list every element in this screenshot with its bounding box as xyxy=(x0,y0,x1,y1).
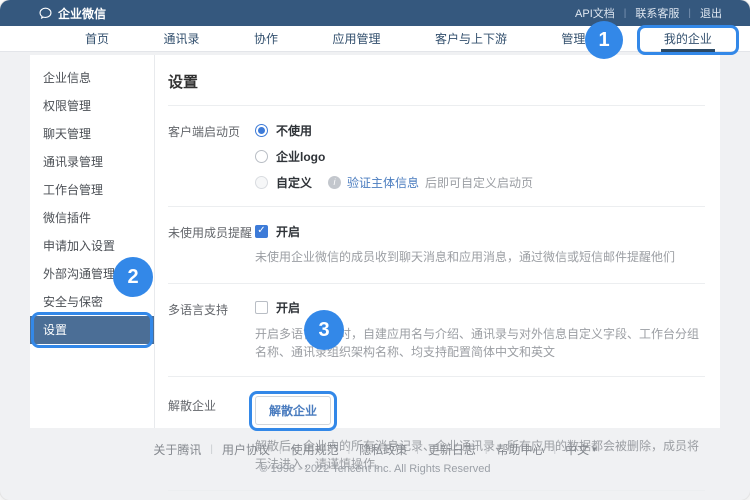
unused-reminder-description: 未使用企业微信的成员收到聊天消息和应用消息，通过微信或短信邮件提醒他们 xyxy=(255,248,705,267)
option-label: 自定义 xyxy=(276,174,312,191)
row-body: 不使用 企业logo 自定义 i 验证主体信息 后即可自定义启动页 xyxy=(255,122,705,200)
annotation-badge-1: 1 xyxy=(585,21,623,59)
main-nav: 首页 通讯录 协作 应用管理 客户与上下游 管理工具 我的企业 xyxy=(0,26,750,52)
footer-link-usage-rules[interactable]: 使用规范 xyxy=(291,441,339,458)
radio-company-logo[interactable] xyxy=(255,150,268,163)
separator: | xyxy=(485,444,488,455)
sidebar-item-wechat-plugin[interactable]: 微信插件 xyxy=(30,204,154,232)
note-suffix: 后即可自定义启动页 xyxy=(425,174,533,191)
page-footer: 关于腾讯 | 用户协议 | 使用规范 | 隐私政策 | 更新日志 | 帮助中心 … xyxy=(0,441,750,475)
nav-tab-customers[interactable]: 客户与上下游 xyxy=(435,30,507,47)
verify-identity-link[interactable]: 验证主体信息 xyxy=(347,174,419,191)
topbar-link-contact-support[interactable]: 联系客服 xyxy=(635,5,679,21)
separator: | xyxy=(688,8,691,19)
footer-link-user-agreement[interactable]: 用户协议 xyxy=(222,441,270,458)
chat-bubble-icon xyxy=(38,6,53,21)
sidebar-item-contacts-management[interactable]: 通讯录管理 xyxy=(30,148,154,176)
save-area: 保存更改 xyxy=(168,490,705,500)
radio-no-launch-page[interactable] xyxy=(255,124,268,137)
footer-links: 关于腾讯 | 用户协议 | 使用规范 | 隐私政策 | 更新日志 | 帮助中心 … xyxy=(0,441,750,458)
nav-tab-apps[interactable]: 应用管理 xyxy=(332,30,380,47)
option-company-logo: 企业logo xyxy=(255,148,705,164)
sidebar-item-join-settings[interactable]: 申请加入设置 xyxy=(30,232,154,260)
logo-text: 企业微信 xyxy=(58,5,106,22)
option-label: 企业logo xyxy=(276,148,325,165)
wecom-logo[interactable]: 企业微信 xyxy=(38,5,106,22)
language-label: 中文 xyxy=(565,441,589,458)
separator: | xyxy=(348,444,351,455)
footer-link-about-tencent[interactable]: 关于腾讯 xyxy=(153,441,201,458)
dissolve-button-label: 解散企业 xyxy=(269,404,317,418)
nav-tab-my-company-label: 我的企业 xyxy=(664,32,712,46)
page-title: 设置 xyxy=(168,69,705,105)
row-label: 客户端启动页 xyxy=(168,122,255,200)
settings-content: 设置 客户端启动页 不使用 企业logo 自定义 xyxy=(155,55,720,428)
sidebar-item-permissions[interactable]: 权限管理 xyxy=(30,92,154,120)
row-label: 多语言支持 xyxy=(168,300,255,362)
sidebar-item-settings-label: 设置 xyxy=(43,323,67,337)
sidebar-item-chat-management[interactable]: 聊天管理 xyxy=(30,120,154,148)
annotation-badge-2: 2 xyxy=(113,257,153,297)
wecom-admin-window: 企业微信 API文档 | 联系客服 | 退出 首页 通讯录 协作 应用管理 客户… xyxy=(0,0,750,500)
nav-tab-my-company[interactable]: 我的企业 xyxy=(664,30,712,47)
language-selector[interactable]: 中文 ▾ xyxy=(565,441,597,458)
separator: | xyxy=(210,444,213,455)
nav-tab-contacts[interactable]: 通讯录 xyxy=(163,30,199,47)
sidebar-item-settings[interactable]: 设置 xyxy=(30,316,154,344)
topbar-link-logout[interactable]: 退出 xyxy=(700,5,722,21)
footer-link-help-center[interactable]: 帮助中心 xyxy=(496,441,544,458)
settings-sidebar: 企业信息 权限管理 聊天管理 通讯录管理 工作台管理 微信插件 申请加入设置 外… xyxy=(30,55,155,428)
footer-link-privacy-policy[interactable]: 隐私政策 xyxy=(359,441,407,458)
multilang-checkbox[interactable] xyxy=(255,301,268,314)
annotation-badge-3: 3 xyxy=(304,310,344,350)
checkbox-label: 开启 xyxy=(276,223,300,240)
row-unused-member-reminder: 未使用成员提醒 ✓ 开启 未使用企业微信的成员收到聊天消息和应用消息，通过微信或… xyxy=(168,206,705,283)
check-icon: ✓ xyxy=(257,226,265,236)
row-multilang-support: 多语言支持 开启 开启多语言支持时，自建应用名与介绍、通讯录与对外信息自定义字段… xyxy=(168,283,705,376)
row-client-launch-page: 客户端启动页 不使用 企业logo 自定义 i xyxy=(168,105,705,206)
info-icon: i xyxy=(328,176,341,189)
separator: | xyxy=(624,8,627,19)
sidebar-item-company-info[interactable]: 企业信息 xyxy=(30,64,154,92)
sidebar-item-workbench[interactable]: 工作台管理 xyxy=(30,176,154,204)
option-label: 不使用 xyxy=(276,122,312,139)
checkbox-label: 开启 xyxy=(276,299,300,316)
topbar-links: API文档 | 联系客服 | 退出 xyxy=(575,5,722,21)
nav-tab-collaboration[interactable]: 协作 xyxy=(254,30,278,47)
separator: | xyxy=(416,444,419,455)
nav-tab-home[interactable]: 首页 xyxy=(85,30,109,47)
separator: | xyxy=(553,444,556,455)
row-body: ✓ 开启 未使用企业微信的成员收到聊天消息和应用消息，通过微信或短信邮件提醒他们 xyxy=(255,223,705,267)
radio-custom[interactable] xyxy=(255,176,268,189)
topbar-link-api-docs[interactable]: API文档 xyxy=(575,5,615,21)
dissolve-company-button[interactable]: 解散企业 xyxy=(255,396,331,425)
row-label: 未使用成员提醒 xyxy=(168,223,255,267)
separator: | xyxy=(279,444,282,455)
unused-reminder-checkbox[interactable]: ✓ xyxy=(255,225,268,238)
custom-option-note: i 验证主体信息 后即可自定义启动页 xyxy=(328,174,533,191)
copyright-text: © 1998 - 2022 Tencent Inc. All Rights Re… xyxy=(0,463,750,475)
unused-reminder-toggle: ✓ 开启 xyxy=(255,223,705,239)
chevron-down-icon: ▾ xyxy=(592,444,597,455)
main-panel: 企业信息 权限管理 聊天管理 通讯录管理 工作台管理 微信插件 申请加入设置 外… xyxy=(30,55,720,428)
option-no-launch-page: 不使用 xyxy=(255,122,705,138)
top-bar: 企业微信 API文档 | 联系客服 | 退出 xyxy=(0,0,750,26)
option-custom: 自定义 i 验证主体信息 后即可自定义启动页 xyxy=(255,174,705,190)
footer-link-changelog[interactable]: 更新日志 xyxy=(428,441,476,458)
